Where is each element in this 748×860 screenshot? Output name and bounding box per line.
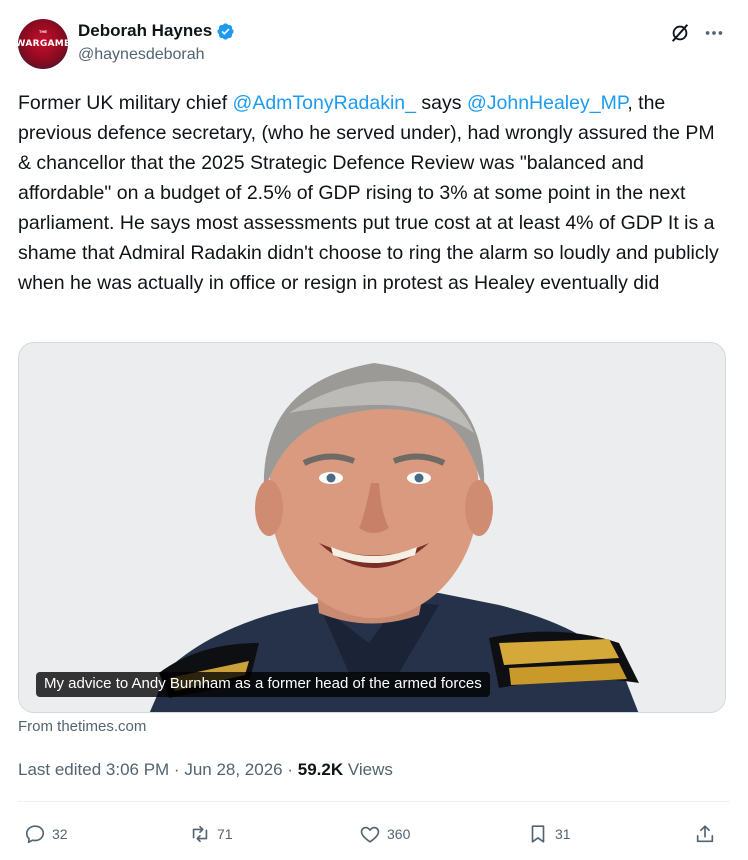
name-row: Deborah Haynes xyxy=(78,21,235,41)
tweet-text-part: says xyxy=(416,92,467,114)
avatar-small-text: THE xyxy=(39,29,47,34)
display-name[interactable]: Deborah Haynes xyxy=(78,21,212,41)
tweet-text-part: Former UK military chief xyxy=(18,92,233,114)
bookmark-button[interactable]: 31 xyxy=(527,818,571,850)
card-photo xyxy=(19,343,725,712)
repost-button[interactable]: 71 xyxy=(189,818,233,850)
card-source[interactable]: From thetimes.com xyxy=(18,718,146,735)
tweet: THE WARGAME Deborah Haynes @haynesdebora… xyxy=(0,0,748,860)
mention-link[interactable]: @JohnHealey_MP xyxy=(467,92,627,114)
reply-count: 32 xyxy=(52,826,68,842)
share-button[interactable] xyxy=(694,818,716,850)
bookmark-count: 31 xyxy=(555,826,571,842)
bookmark-icon xyxy=(531,825,545,843)
repost-icon xyxy=(192,825,208,843)
action-bar: 32 71 360 31 xyxy=(0,818,748,850)
like-icon xyxy=(360,826,380,843)
more-icon[interactable] xyxy=(702,22,726,44)
like-button[interactable]: 360 xyxy=(359,818,410,850)
reply-button[interactable]: 32 xyxy=(24,818,68,850)
grok-icon[interactable] xyxy=(669,22,691,44)
card-caption: My advice to Andy Burnham as a former he… xyxy=(36,672,490,697)
tweet-meta: Last edited 3:06 PM · Jun 28, 2026 · 59.… xyxy=(18,760,393,780)
reply-icon xyxy=(25,825,45,844)
views-count: 59.2K xyxy=(297,760,344,779)
repost-count: 71 xyxy=(217,826,233,842)
verified-badge-icon xyxy=(217,22,234,40)
avatar-logo-text: WARGAME xyxy=(18,38,68,49)
tweet-text: Former UK military chief @AdmTonyRadakin… xyxy=(18,88,730,298)
link-card[interactable]: My advice to Andy Burnham as a former he… xyxy=(18,342,726,713)
share-icon xyxy=(696,825,714,843)
handle[interactable]: @haynesdeborah xyxy=(78,46,205,64)
divider xyxy=(18,801,730,802)
avatar[interactable]: THE WARGAME xyxy=(18,19,68,69)
mention-link[interactable]: @AdmTonyRadakin_ xyxy=(233,92,416,114)
like-count: 360 xyxy=(387,826,411,842)
tweet-text-part: , the previous defence secretary, (who h… xyxy=(18,92,719,294)
edited-timestamp[interactable]: Last edited 3:06 PM · Jun 28, 2026 · xyxy=(18,760,298,779)
views-label: Views xyxy=(343,760,393,779)
